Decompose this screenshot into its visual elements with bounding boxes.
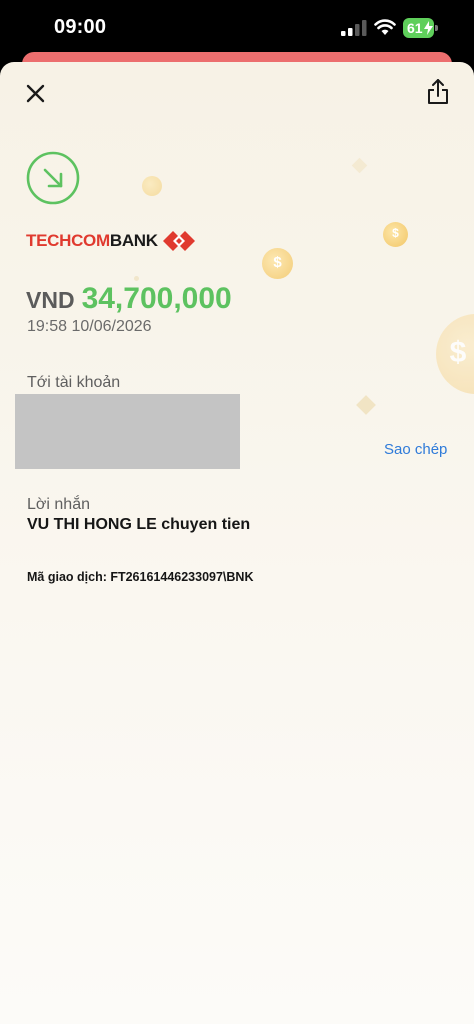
share-button[interactable]: [422, 76, 454, 108]
share-icon: [428, 79, 448, 104]
battery-level: 61: [407, 20, 423, 36]
sparkle-decoration: [356, 395, 376, 415]
bank-name-dark: BANK: [109, 231, 158, 250]
currency-code: VND: [26, 287, 75, 313]
sparkle-decoration: [134, 276, 139, 281]
sparkle-decoration: [351, 157, 368, 174]
bank-name-red: TECHCOM: [26, 231, 110, 250]
battery-icon: 61: [403, 18, 439, 38]
charging-bolt-icon: [424, 21, 433, 35]
coin-decoration: $: [383, 222, 408, 247]
message-label: Lời nhắn: [27, 496, 90, 513]
coin-decoration: $: [436, 314, 474, 394]
transaction-id: Mã giao dịch: FT26161446233097\BNK: [27, 570, 254, 584]
redacted-account-info: [15, 394, 240, 469]
copy-button[interactable]: Sao chép: [384, 441, 447, 458]
status-bar: 09:00 61: [0, 0, 474, 56]
close-button[interactable]: [20, 78, 52, 110]
techcombank-logo: TECHCOMBANK: [26, 228, 196, 254]
to-account-label: Tới tài khoản: [27, 374, 121, 391]
message-value: VU THI HONG LE chuyen tien: [27, 516, 251, 533]
amount-row: VND 34,700,000: [26, 282, 232, 316]
techcombank-diamond-icon: [162, 231, 195, 251]
transaction-detail-sheet: $ $ $ TECHCOMBANK VND 34,700,000 19:58 1…: [0, 62, 474, 1024]
close-icon: [26, 84, 45, 103]
wifi-icon: [374, 19, 396, 35]
coin-decoration: [142, 176, 162, 196]
transaction-amount: 34,700,000: [81, 282, 232, 315]
transaction-datetime: 19:58 10/06/2026: [27, 318, 152, 335]
cellular-signal-icon: [341, 20, 367, 36]
arrow-down-right-circle-icon: [26, 151, 80, 205]
coin-decoration: $: [262, 248, 293, 279]
status-time: 09:00: [54, 16, 107, 38]
bank-name: TECHCOMBANK: [26, 231, 158, 251]
